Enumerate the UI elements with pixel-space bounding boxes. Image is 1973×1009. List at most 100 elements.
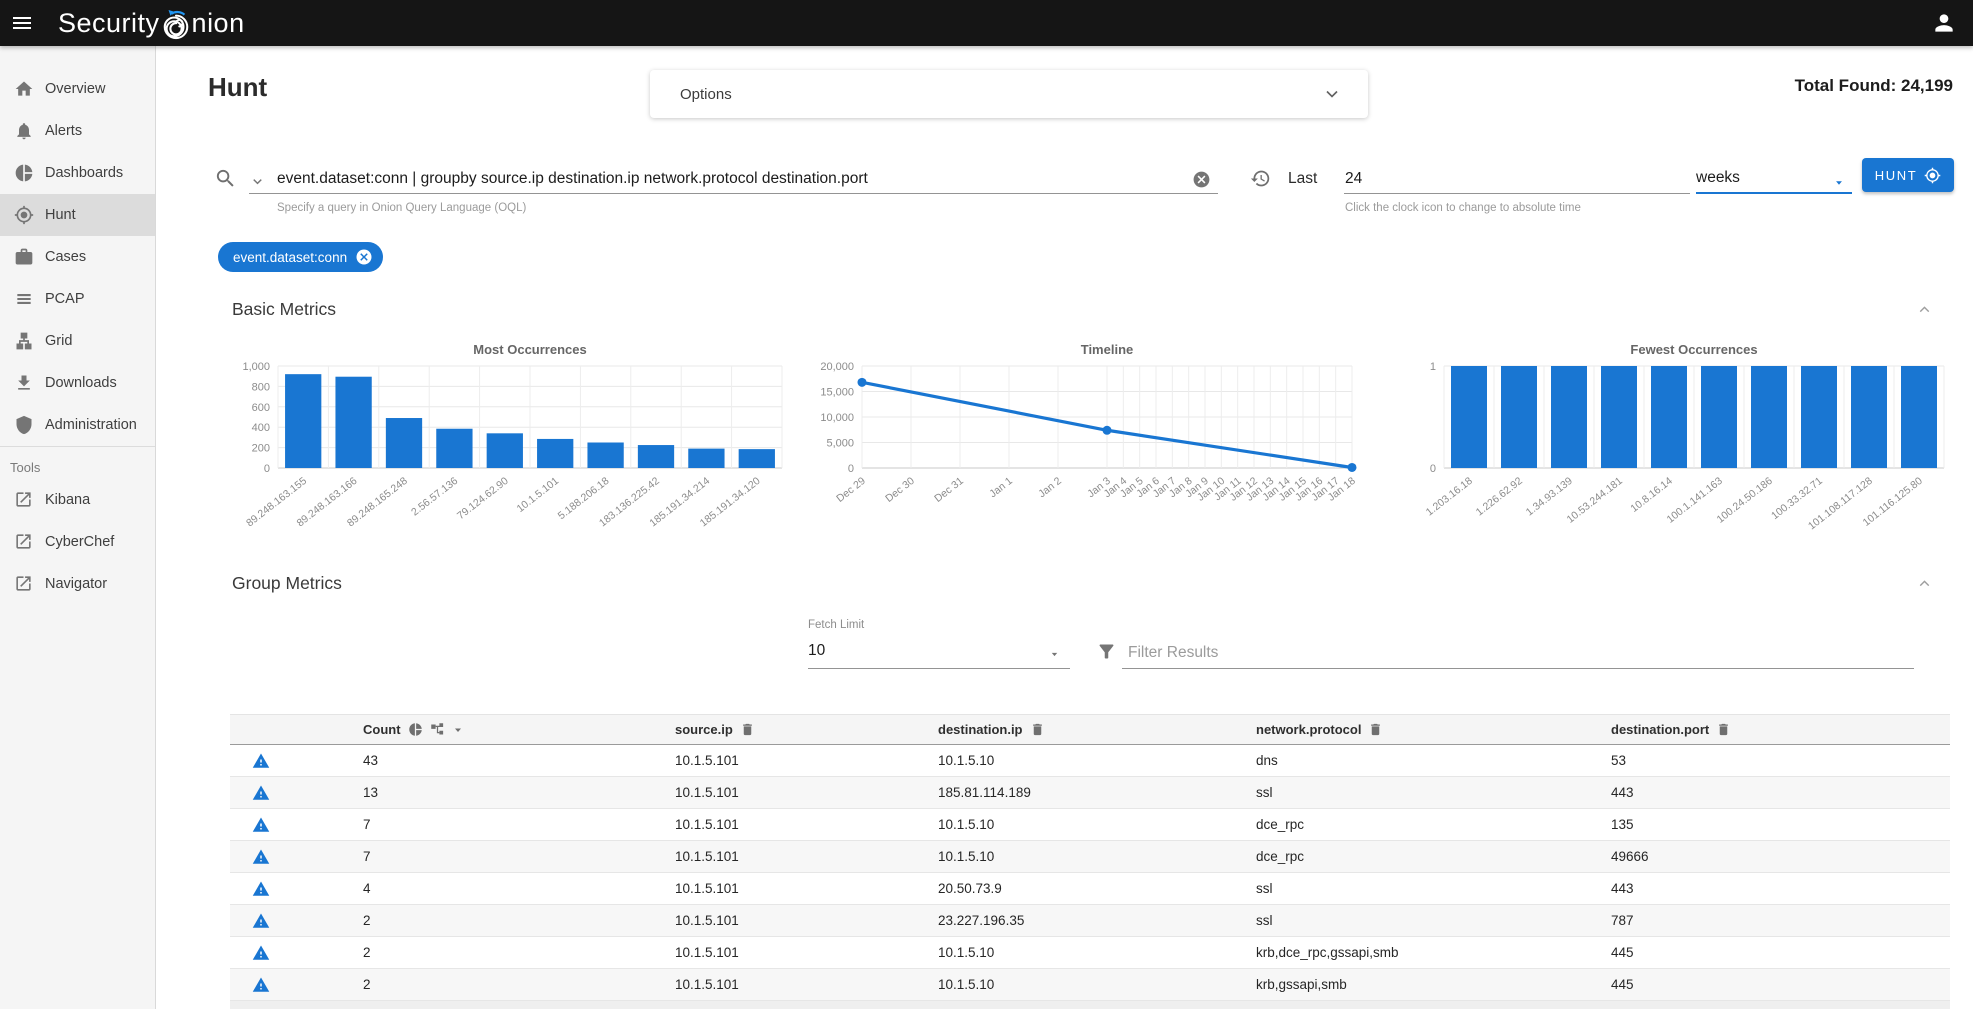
basic-metrics-collapse-chevron-up-icon[interactable]: [1916, 301, 1933, 318]
row-expand-warning-icon[interactable]: [230, 816, 363, 834]
bar-1-203-16-18[interactable]: [1451, 366, 1487, 468]
sidebar-item-cases[interactable]: Cases: [0, 236, 155, 278]
column-header-source-ip[interactable]: source.ip: [675, 722, 938, 737]
bar-100-1-141-163[interactable]: [1701, 366, 1737, 468]
sidebar-item-administration[interactable]: Administration: [0, 404, 155, 446]
lan-icon: [14, 331, 34, 351]
units-select[interactable]: weeks: [1696, 169, 1852, 187]
bar-10-1-5-101[interactable]: [537, 439, 573, 468]
bar-183-136-225-42[interactable]: [638, 445, 674, 468]
svg-text:79.124.62.90: 79.124.62.90: [455, 475, 511, 522]
bar-89-248-163-155[interactable]: [285, 374, 321, 468]
chevron-down-icon[interactable]: [1322, 84, 1342, 104]
trash-icon-button[interactable]: [1716, 722, 1731, 737]
table-row[interactable]: 210.1.5.10110.1.5.10krb,gssapi,smb445: [230, 969, 1950, 1001]
menu-icon[interactable]: [0, 0, 44, 46]
table-header-row: Count source.ipdestination.ipnetwork.prot…: [230, 715, 1950, 745]
pie-chart-icon-button[interactable]: [408, 722, 423, 737]
table-row[interactable]: 410.1.5.10120.50.73.9ssl443: [230, 873, 1950, 905]
trash-icon-button[interactable]: [1368, 722, 1383, 737]
warning-icon: [252, 848, 270, 866]
row-expand-warning-icon[interactable]: [230, 976, 363, 994]
timeline-svg: Timeline05,00010,00015,00020,000Dec 29De…: [800, 338, 1360, 556]
user-avatar-icon[interactable]: [1931, 10, 1957, 36]
duration-input[interactable]: [1345, 166, 1685, 192]
filter-results-input[interactable]: [1128, 640, 1908, 666]
row-expand-warning-icon[interactable]: [230, 912, 363, 930]
briefcase-icon: [14, 247, 34, 267]
sidebar-item-pcap[interactable]: PCAP: [0, 278, 155, 320]
fetch-limit-select[interactable]: 10: [808, 642, 825, 660]
caret-down-icon-button[interactable]: [452, 724, 464, 736]
table-row[interactable]: 4310.1.5.10110.1.5.10dns53: [230, 745, 1950, 777]
sidebar-item-grid[interactable]: Grid: [0, 320, 155, 362]
sidebar-tool-kibana[interactable]: Kibana: [0, 479, 155, 521]
group-metrics-collapse-chevron-up-icon[interactable]: [1916, 575, 1933, 592]
bar-100-33-32-71[interactable]: [1801, 366, 1837, 468]
fetch-limit-caret-down-icon[interactable]: [1048, 648, 1061, 661]
sidebar-item-overview[interactable]: Overview: [0, 68, 155, 110]
row-expand-warning-icon[interactable]: [230, 784, 363, 802]
table-row[interactable]: 710.1.5.10110.1.5.10dce_rpc135: [230, 809, 1950, 841]
column-header-network-protocol[interactable]: network.protocol: [1256, 722, 1611, 737]
sidebar-tool-cyberchef[interactable]: CyberChef: [0, 521, 155, 563]
bar-89-248-165-248[interactable]: [386, 418, 422, 468]
bar-100-24-50-186[interactable]: [1751, 366, 1787, 468]
group-metrics-title: Group Metrics: [232, 573, 342, 594]
cell-source-ip: 10.1.5.101: [675, 913, 938, 928]
history-clock-icon[interactable]: [1250, 168, 1271, 189]
trash-icon-button[interactable]: [1030, 722, 1045, 737]
bar-101-116-125-80[interactable]: [1901, 366, 1937, 468]
point-jan-18[interactable]: [1348, 463, 1357, 472]
table-row[interactable]: 210.1.5.10110.1.5.10krb,dce_rpc,gssapi,s…: [230, 937, 1950, 969]
row-expand-warning-icon[interactable]: [230, 752, 363, 770]
cell-count: 7: [363, 817, 675, 832]
sidebar-item-dashboards[interactable]: Dashboards: [0, 152, 155, 194]
point-dec-29[interactable]: [858, 378, 867, 387]
bar-79-124-62-90[interactable]: [487, 433, 523, 468]
bar-2-56-57-136[interactable]: [436, 429, 472, 468]
table-row[interactable]: 710.1.5.10110.1.5.10dce_rpc49666: [230, 841, 1950, 873]
sidebar-item-downloads[interactable]: Downloads: [0, 362, 155, 404]
bar-89-248-163-166[interactable]: [335, 377, 371, 468]
chip-remove-icon[interactable]: [355, 248, 373, 266]
bar-101-108-117-128[interactable]: [1851, 366, 1887, 468]
pie-chart-icon: [14, 163, 34, 183]
column-label: Count: [363, 722, 401, 737]
trash-icon-button[interactable]: [740, 722, 755, 737]
bar-1-34-93-139[interactable]: [1551, 366, 1587, 468]
row-expand-warning-icon[interactable]: [230, 848, 363, 866]
clear-query-icon[interactable]: [1192, 170, 1211, 189]
row-expand-warning-icon[interactable]: [230, 944, 363, 962]
cell-destination-ip: 10.1.5.10: [938, 977, 1256, 992]
bar-10-53-244-181[interactable]: [1601, 366, 1637, 468]
bar-10-8-16-14[interactable]: [1651, 366, 1687, 468]
svg-text:0: 0: [264, 463, 270, 475]
point-jan-3[interactable]: [1103, 426, 1112, 435]
query-dropdown-chevron-icon[interactable]: [250, 174, 265, 189]
cell-source-ip: 10.1.5.101: [675, 785, 938, 800]
filter-chip[interactable]: event.dataset:conn: [218, 242, 383, 272]
column-header-destination-port[interactable]: destination.port: [1611, 722, 1950, 737]
bar-5-188-206-18[interactable]: [587, 443, 623, 469]
bar-1-226-62-92[interactable]: [1501, 366, 1537, 468]
bar-185-191-34-120[interactable]: [739, 449, 775, 468]
column-header-count[interactable]: Count: [363, 722, 675, 737]
sidebar-item-hunt[interactable]: Hunt: [0, 194, 155, 236]
cell-count: 2: [363, 945, 675, 960]
column-header-destination-ip[interactable]: destination.ip: [938, 722, 1256, 737]
units-caret-down-icon[interactable]: [1832, 176, 1846, 190]
cell-network-protocol: ssl: [1256, 881, 1611, 896]
options-panel[interactable]: Options: [650, 70, 1368, 118]
download-icon: [14, 373, 34, 393]
graph-icon-button[interactable]: [430, 722, 445, 737]
bar-185-191-34-214[interactable]: [688, 449, 724, 468]
sidebar-item-alerts[interactable]: Alerts: [0, 110, 155, 152]
query-input[interactable]: [277, 166, 1182, 192]
brand-text-post: nion: [192, 8, 245, 39]
hunt-button[interactable]: HUNT: [1862, 158, 1954, 192]
sidebar-tool-navigator[interactable]: Navigator: [0, 563, 155, 605]
table-row[interactable]: 1310.1.5.101185.81.114.189ssl443: [230, 777, 1950, 809]
table-row[interactable]: 210.1.5.10123.227.196.35ssl787: [230, 905, 1950, 937]
row-expand-warning-icon[interactable]: [230, 880, 363, 898]
